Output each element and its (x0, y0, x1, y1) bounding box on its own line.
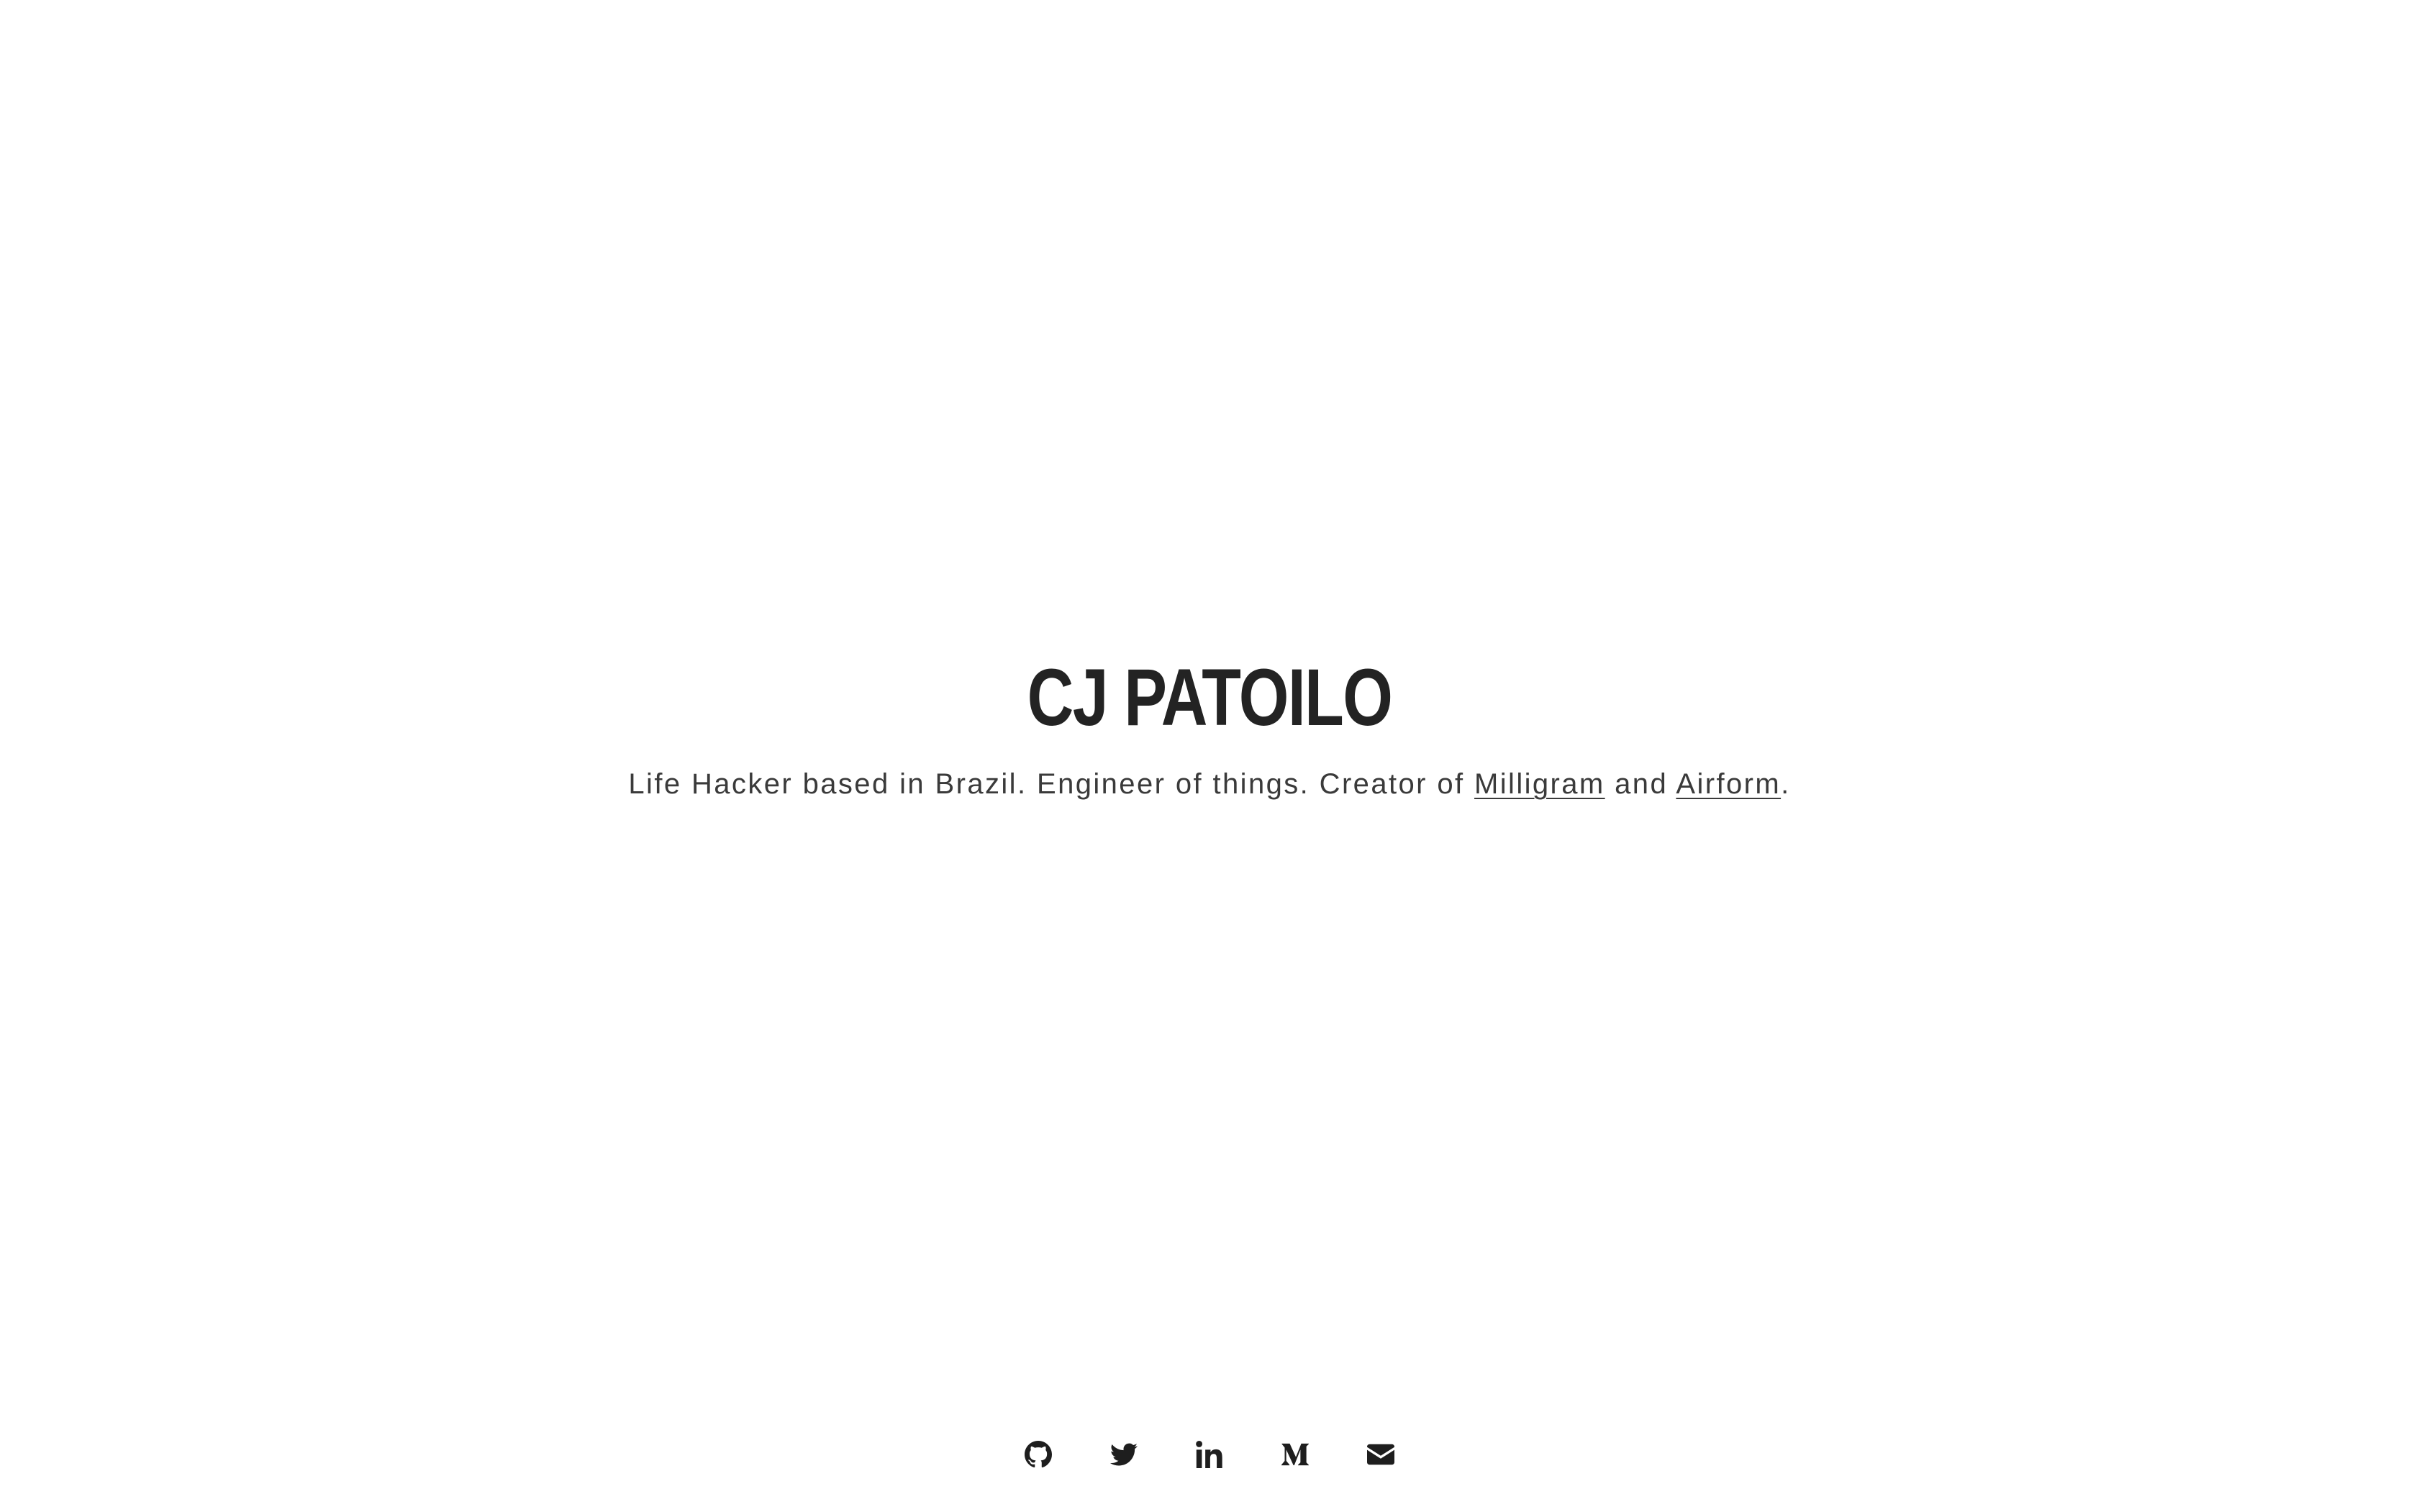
twitter-link[interactable] (1081, 1433, 1167, 1476)
tagline-text: and (1605, 768, 1676, 800)
linkedin-icon (1196, 1441, 1222, 1468)
medium-icon (1281, 1443, 1309, 1466)
tagline-text: Life Hacker based in Brazil. Engineer of… (628, 768, 1475, 800)
social-links (0, 1433, 2419, 1476)
tagline-text: . (1781, 768, 1791, 800)
envelope-icon (1367, 1444, 1394, 1465)
twitter-icon (1110, 1443, 1138, 1466)
tagline: Life Hacker based in Brazil. Engineer of… (0, 762, 2419, 806)
email-link[interactable] (1338, 1433, 1424, 1476)
page-title: CJ PATOILO (1027, 652, 1393, 742)
github-link[interactable] (996, 1433, 1081, 1476)
milligram-link[interactable]: Milligram (1474, 768, 1605, 800)
linkedin-link[interactable] (1167, 1433, 1253, 1476)
airform-link[interactable]: Airform (1676, 768, 1781, 800)
github-icon (1025, 1441, 1052, 1468)
hero-section: CJ PATOILO Life Hacker based in Brazil. … (0, 647, 2419, 806)
medium-link[interactable] (1253, 1433, 1338, 1476)
